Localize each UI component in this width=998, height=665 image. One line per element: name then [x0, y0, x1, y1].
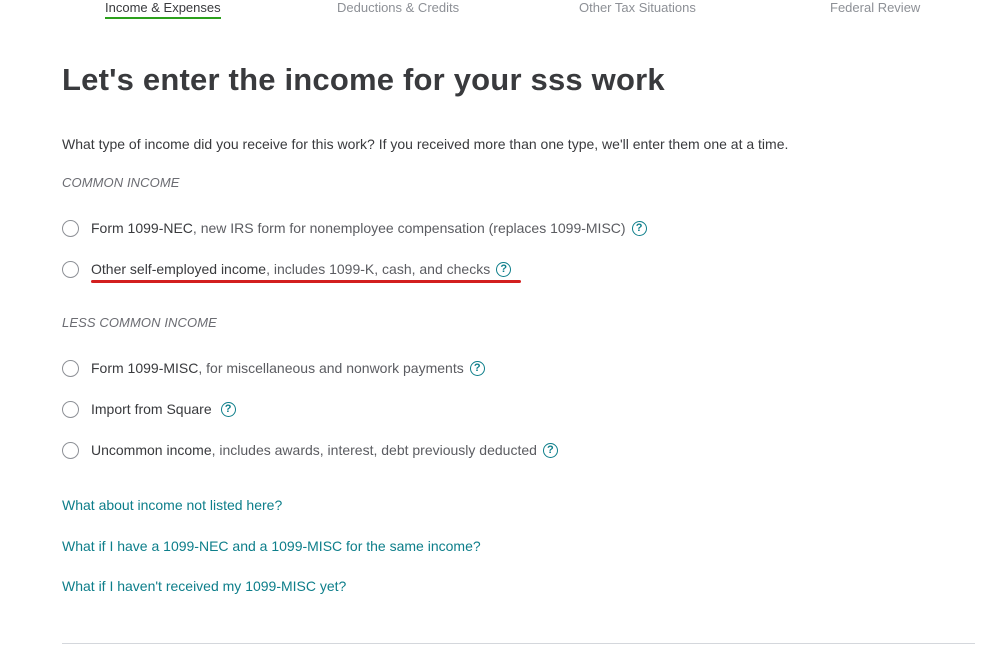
radio-other-self-employed-income[interactable] [62, 260, 79, 278]
radio-uncommon-income[interactable] [62, 441, 79, 459]
option-label: Import from Square [91, 401, 212, 417]
question-circle-icon[interactable]: ? [220, 401, 236, 417]
option-description: , includes awards, interest, debt previo… [211, 442, 537, 458]
option-label: Other self-employed income [91, 261, 267, 277]
option-uncommon-income[interactable]: Uncommon income , includes awards, inter… [62, 440, 558, 460]
tab-federal-review[interactable]: Federal Review [830, 0, 920, 15]
tab-income-expenses[interactable]: Income & Expenses [105, 0, 221, 15]
tab-deductions-credits[interactable]: Deductions & Credits [337, 0, 459, 15]
option-other-self-employed-income[interactable]: Other self-employed income , includes 10… [62, 259, 512, 279]
progress-tabs: Income & Expenses Deductions & Credits O… [0, 0, 998, 24]
option-label: Form 1099-MISC [91, 360, 199, 376]
income-type-question: What type of income did you receive for … [62, 136, 789, 152]
option-description: , new IRS form for nonemployee compensat… [192, 220, 626, 236]
common-income-label: COMMON INCOME [62, 175, 180, 190]
option-form-1099-misc[interactable]: Form 1099-MISC , for miscellaneous and n… [62, 358, 485, 378]
tab-other-tax-situations[interactable]: Other Tax Situations [579, 0, 696, 15]
link-1099-nec-and-misc[interactable]: What if I have a 1099-NEC and a 1099-MIS… [62, 538, 481, 554]
option-description: , includes 1099-K, cash, and checks [266, 261, 491, 277]
question-circle-icon[interactable]: ? [631, 220, 647, 236]
question-circle-icon[interactable]: ? [496, 261, 512, 277]
option-label: Form 1099-NEC [91, 220, 193, 236]
option-label: Uncommon income [91, 442, 212, 458]
radio-form-1099-misc[interactable] [62, 359, 79, 377]
radio-import-from-square[interactable] [62, 400, 79, 418]
annotation-red-underline [91, 280, 521, 283]
less-common-income-label: LESS COMMON INCOME [62, 315, 217, 330]
option-description: , for miscellaneous and nonwork payments [198, 360, 464, 376]
footer-divider [62, 643, 975, 644]
option-import-from-square[interactable]: Import from Square ? [62, 399, 236, 419]
question-circle-icon[interactable]: ? [469, 360, 485, 376]
link-not-received-1099-misc[interactable]: What if I haven't received my 1099-MISC … [62, 578, 346, 594]
link-income-not-listed[interactable]: What about income not listed here? [62, 497, 282, 513]
page: Income & Expenses Deductions & Credits O… [0, 0, 998, 665]
page-title: Let's enter the income for your sss work [62, 62, 665, 97]
active-tab-indicator [105, 17, 221, 19]
option-form-1099-nec[interactable]: Form 1099-NEC , new IRS form for nonempl… [62, 218, 647, 238]
radio-form-1099-nec[interactable] [62, 219, 79, 237]
question-circle-icon[interactable]: ? [542, 442, 558, 458]
